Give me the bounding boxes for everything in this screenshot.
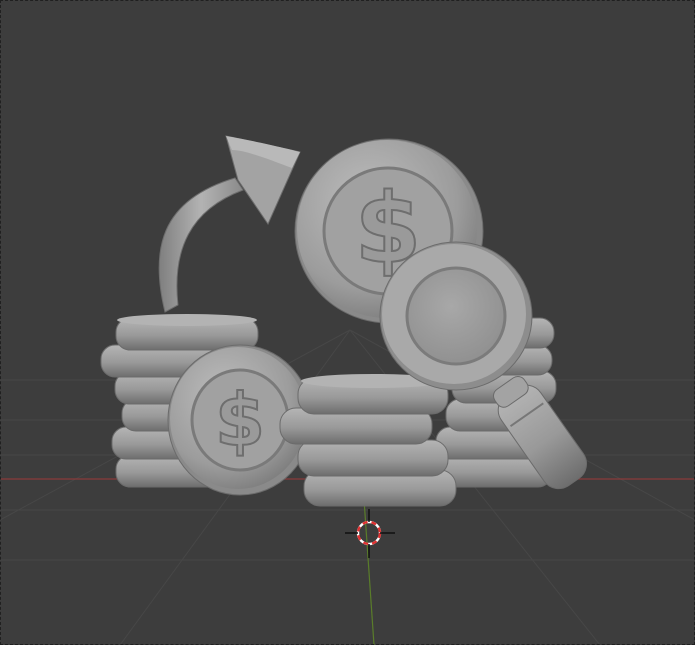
3d-cursor-icon[interactable] [345,509,395,558]
curved-arrow[interactable] [158,135,301,313]
viewport-canvas[interactable]: $ $ [0,0,695,645]
dollar-sign-small: $ [215,378,265,462]
coin-stack-center[interactable] [279,374,457,507]
3d-viewport[interactable]: $ $ [0,0,695,645]
